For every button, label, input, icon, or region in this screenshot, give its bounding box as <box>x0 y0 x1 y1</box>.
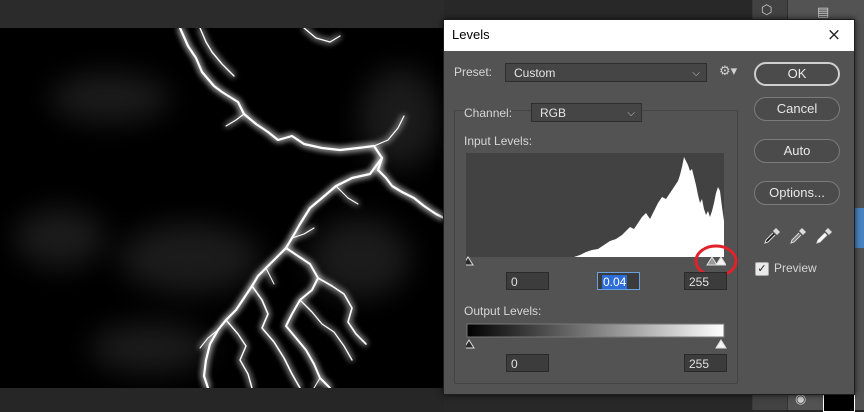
output-levels-label: Output Levels: <box>464 304 542 318</box>
preview-label: Preview <box>774 261 817 275</box>
levels-dialog: Levels × Preset: Custom ⌵ ⚙▾ Channel: RG… <box>443 19 855 395</box>
input-black-slider[interactable] <box>466 256 474 266</box>
output-white-value: 255 <box>689 357 710 371</box>
output-gradient <box>466 323 727 349</box>
channel-dropdown[interactable]: RGB ⌵ <box>531 103 642 122</box>
output-black-slider[interactable] <box>466 339 475 349</box>
document-icon[interactable]: ▤ <box>817 5 829 20</box>
input-white-value: 255 <box>689 275 710 289</box>
gray-eyedropper-icon[interactable] <box>788 226 808 246</box>
dialog-titlebar[interactable]: Levels × <box>444 20 854 51</box>
dialog-title: Levels <box>452 27 490 42</box>
output-black-value: 0 <box>511 357 518 371</box>
3d-cube-icon[interactable]: ⬡ <box>761 3 772 18</box>
workspace-bottom-area <box>0 388 444 410</box>
output-white-field[interactable]: 255 <box>684 354 727 372</box>
close-icon[interactable]: × <box>822 23 846 47</box>
chevron-down-icon: ⌵ <box>692 68 700 79</box>
chevron-down-icon: ⌵ <box>627 108 635 119</box>
input-levels-label: Input Levels: <box>464 134 533 148</box>
input-gamma-value: 0.04 <box>602 275 628 289</box>
input-white-field[interactable]: 255 <box>684 272 727 290</box>
document-canvas[interactable] <box>0 28 444 388</box>
workspace-top-area <box>0 0 444 28</box>
preview-checkbox[interactable]: ✓ <box>755 262 769 276</box>
preset-label: Preset: <box>454 65 493 79</box>
options-button[interactable]: Options... <box>754 181 840 205</box>
channel-value: RGB <box>540 106 567 120</box>
preset-dropdown[interactable]: Custom ⌵ <box>505 63 707 82</box>
lightning-image <box>0 28 444 388</box>
white-eyedropper-icon[interactable] <box>814 226 834 246</box>
output-white-slider[interactable] <box>715 339 727 349</box>
input-gamma-field[interactable]: 0.04 <box>597 272 640 290</box>
auto-button[interactable]: Auto <box>754 139 840 163</box>
gear-icon[interactable]: ⚙▾ <box>719 64 737 79</box>
input-black-value: 0 <box>511 275 518 289</box>
input-black-field[interactable]: 0 <box>506 272 549 290</box>
preset-value: Custom <box>514 66 556 80</box>
black-eyedropper-icon[interactable] <box>762 226 782 246</box>
cancel-button[interactable]: Cancel <box>754 97 840 121</box>
output-black-field[interactable]: 0 <box>506 354 549 372</box>
channel-label: Channel: <box>464 106 513 120</box>
histogram <box>466 153 726 266</box>
ok-button[interactable]: OK <box>754 62 840 86</box>
